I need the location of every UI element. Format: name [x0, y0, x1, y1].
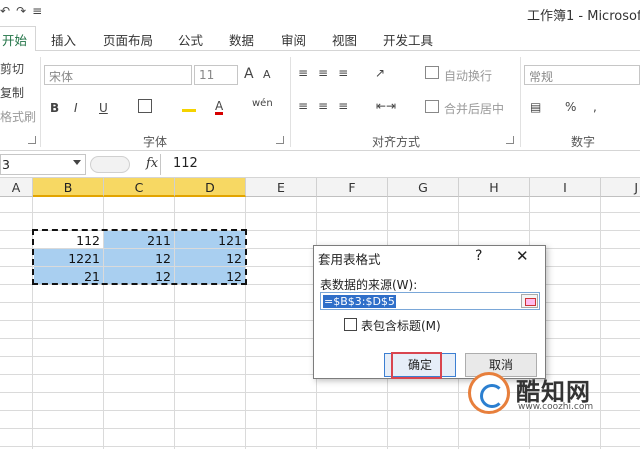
quick-access-toolbar: ↶ ↷ ≡: [0, 4, 42, 18]
column-header-e[interactable]: E: [246, 178, 317, 197]
format-painter-button[interactable]: 格式刷: [0, 108, 36, 125]
tab-data[interactable]: 数据: [229, 30, 254, 49]
accounting-format-icon[interactable]: ▤: [530, 100, 541, 114]
tab-home[interactable]: 开始: [0, 26, 37, 52]
tab-formulas[interactable]: 公式: [178, 30, 203, 49]
formula-input[interactable]: 112: [160, 154, 640, 175]
source-range-label: 表数据的来源(W):: [320, 278, 418, 292]
phonetic-icon[interactable]: wén: [252, 98, 273, 109]
close-icon[interactable]: ✕: [516, 247, 529, 265]
group-separator: [290, 57, 291, 147]
indent-icons[interactable]: ⇤⇥: [376, 99, 396, 113]
column-header-h[interactable]: H: [459, 178, 530, 197]
merge-center-icon: [425, 100, 439, 113]
percent-style-icon[interactable]: %: [565, 100, 576, 114]
column-header-d[interactable]: D: [175, 178, 246, 197]
font-group-label: 字体: [143, 135, 168, 149]
number-format-select[interactable]: 常规: [524, 65, 640, 85]
column-header-i[interactable]: I: [530, 178, 601, 197]
number-group-label: 数字: [571, 135, 596, 149]
merge-center-button[interactable]: 合并后居中: [444, 100, 504, 117]
insert-function-icon[interactable]: fx: [146, 156, 158, 171]
fill-color-icon[interactable]: [182, 100, 196, 112]
formula-bar: 3 fx 112: [0, 152, 640, 178]
clipboard-launcher-icon[interactable]: [28, 136, 36, 144]
column-header-a[interactable]: A: [0, 178, 33, 197]
source-range-value: =$B$3:$D$5: [323, 295, 396, 308]
watermark-url: www.coozhi.com: [518, 402, 594, 412]
has-headers-checkbox[interactable]: [344, 318, 357, 331]
tab-insert[interactable]: 插入: [51, 30, 76, 49]
orientation-icon[interactable]: ↗: [375, 66, 385, 80]
font-color-icon[interactable]: A: [215, 100, 224, 115]
column-header-b[interactable]: B: [33, 178, 104, 197]
column-header-j[interactable]: J: [601, 178, 640, 197]
format-as-table-dialog: 套用表格式 ? ✕ 表数据的来源(W): =$B$3:$D$5 表包含标题(M)…: [313, 245, 546, 379]
formula-bar-buttons[interactable]: [90, 156, 130, 173]
italic-icon[interactable]: I: [74, 101, 78, 115]
group-separator: [40, 57, 41, 147]
help-icon[interactable]: ?: [475, 248, 482, 264]
group-separator: [520, 57, 521, 147]
collapse-dialog-icon[interactable]: [521, 294, 538, 308]
ok-button[interactable]: 确定: [384, 353, 456, 377]
title-bar: ↶ ↷ ≡ 工作簿1 - Microsoft: [0, 0, 640, 26]
chevron-down-icon[interactable]: [73, 160, 81, 165]
window-title: 工作簿1 - Microsoft: [527, 9, 640, 24]
cut-button[interactable]: 剪切: [0, 60, 24, 77]
font-name-select[interactable]: 宋体: [44, 65, 192, 85]
bold-icon[interactable]: B: [50, 101, 59, 115]
tab-developer[interactable]: 开发工具: [383, 30, 433, 49]
dialog-title: 套用表格式: [318, 252, 381, 267]
has-headers-label: 表包含标题(M): [361, 319, 441, 333]
undo-icon[interactable]: ↶: [0, 4, 10, 18]
coozhi-logo-icon: [468, 372, 510, 414]
alignment-group-label: 对齐方式: [372, 135, 421, 149]
column-header-c[interactable]: C: [104, 178, 175, 197]
shrink-font-icon[interactable]: A: [263, 68, 271, 81]
redo-icon[interactable]: ↷: [16, 4, 26, 18]
ribbon: 剪切 复制 格式刷 宋体 11 A A B I U A wén 字体 ≡≡≡ ↗…: [0, 51, 640, 151]
tab-view[interactable]: 视图: [332, 30, 357, 49]
ribbon-tabs: 开始 插入 页面布局 公式 数据 审阅 视图 开发工具: [0, 26, 640, 52]
customize-qat-icon[interactable]: ≡: [32, 4, 42, 18]
font-launcher-icon[interactable]: [276, 136, 284, 144]
comma-style-icon[interactable]: ,: [593, 100, 597, 114]
grow-font-icon[interactable]: A: [244, 66, 254, 82]
source-range-input[interactable]: =$B$3:$D$5: [320, 292, 540, 310]
horizontal-align-icons[interactable]: ≡≡≡: [298, 99, 358, 113]
wrap-text-button[interactable]: 自动换行: [444, 67, 492, 84]
tab-review[interactable]: 审阅: [281, 30, 306, 49]
tab-page-layout[interactable]: 页面布局: [103, 30, 153, 49]
column-header-f[interactable]: F: [317, 178, 388, 197]
wrap-text-icon: [425, 66, 439, 79]
underline-icon[interactable]: U: [99, 101, 108, 115]
selection-marquee: [32, 229, 247, 285]
font-size-select[interactable]: 11: [194, 65, 238, 85]
alignment-launcher-icon[interactable]: [506, 136, 514, 144]
vertical-align-icons[interactable]: ≡≡≡: [298, 66, 358, 80]
column-header-g[interactable]: G: [388, 178, 459, 197]
borders-icon[interactable]: [138, 99, 152, 113]
copy-button[interactable]: 复制: [0, 84, 24, 101]
